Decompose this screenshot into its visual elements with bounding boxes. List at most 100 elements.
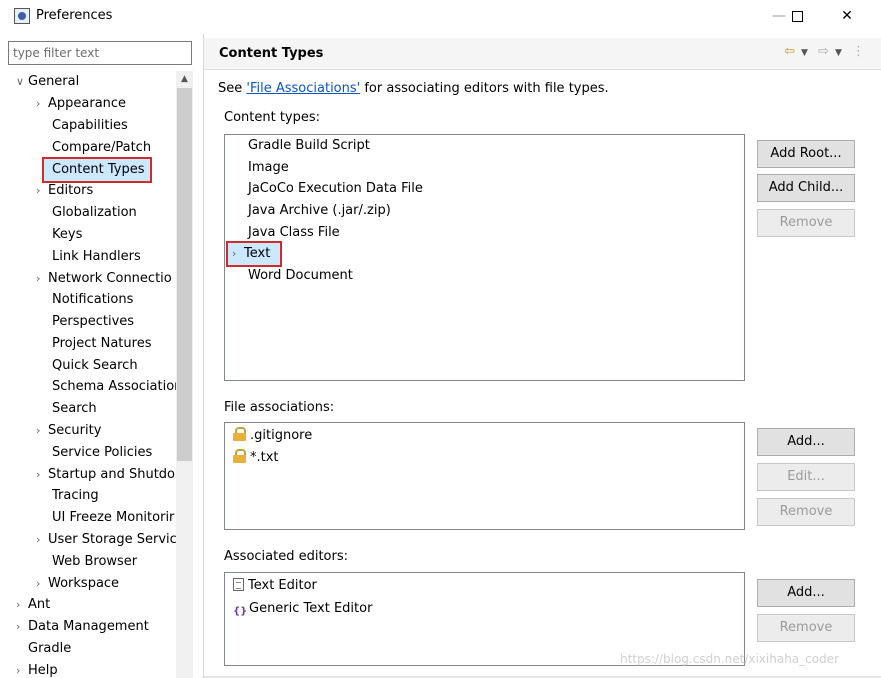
file-associations-list[interactable]: .gitignore *.txt xyxy=(224,422,745,530)
tree-item-label: Ant xyxy=(28,597,51,612)
tree-item-help[interactable]: › Help xyxy=(16,660,58,678)
content-type-item[interactable]: Gradle Build Script xyxy=(248,135,370,157)
tree-item-notifications[interactable]: Notifications xyxy=(52,289,133,311)
remove-editor-button[interactable]: Remove xyxy=(757,614,855,642)
tree-item-label: Data Management xyxy=(28,619,149,634)
panel-divider xyxy=(203,34,204,678)
maximize-button[interactable] xyxy=(782,4,812,28)
scroll-up-icon[interactable]: ▲ xyxy=(176,71,193,88)
tree-item-label: Network Connectio xyxy=(48,271,172,286)
tree-item-keys[interactable]: Keys xyxy=(52,224,82,246)
tree-item-network-connections[interactable]: › Network Connectio xyxy=(36,268,172,290)
tree-item-security[interactable]: › Security xyxy=(36,420,101,442)
tree-item-tracing[interactable]: Tracing xyxy=(52,485,99,507)
chevron-right-icon[interactable]: › xyxy=(36,573,48,595)
view-menu-icon[interactable]: ⋮ xyxy=(852,44,865,59)
chevron-right-icon[interactable]: › xyxy=(36,464,48,486)
back-icon[interactable]: ⇦ xyxy=(784,44,795,59)
tree-item-content-types[interactable]: Content Types xyxy=(41,157,153,183)
edit-file-association-button[interactable]: Edit... xyxy=(757,463,855,491)
chevron-right-icon[interactable]: › xyxy=(36,529,48,551)
tree-item-label: Help xyxy=(28,663,58,678)
chevron-right-icon[interactable]: › xyxy=(36,93,48,115)
generic-editor-icon: {} xyxy=(233,606,248,617)
tree-item-label: UI Freeze Monitorir xyxy=(52,510,175,525)
remove-content-type-button[interactable]: Remove xyxy=(757,209,855,237)
tree-item-quick-search[interactable]: Quick Search xyxy=(52,355,138,377)
tree-item-workspace[interactable]: › Workspace xyxy=(36,573,119,595)
tree-item-editors[interactable]: › Editors xyxy=(36,180,93,202)
tree-item-search[interactable]: Search xyxy=(52,398,97,420)
tree-item-label: Content Types xyxy=(52,162,145,177)
content-type-item[interactable]: Java Archive (.jar/.zip) xyxy=(248,200,391,222)
tree-item-label: Notifications xyxy=(52,292,134,307)
chevron-right-icon[interactable]: › xyxy=(16,594,28,616)
content-type-item[interactable]: Word Document xyxy=(248,265,353,287)
content-types-tree[interactable]: Gradle Build Script Image JaCoCo Executi… xyxy=(224,134,745,381)
maximize-icon xyxy=(791,10,803,22)
lock-icon xyxy=(233,449,246,463)
tree-item-startup-shutdown[interactable]: › Startup and Shutdo xyxy=(36,464,175,486)
back-dropdown-icon[interactable]: ▼ xyxy=(801,48,808,58)
chevron-right-icon[interactable]: › xyxy=(16,616,28,638)
filter-input[interactable] xyxy=(8,41,192,65)
scroll-thumb[interactable] xyxy=(177,88,192,461)
file-association-label: *.txt xyxy=(250,450,279,465)
tree-item-label: Gradle xyxy=(28,641,72,656)
chevron-right-icon[interactable]: › xyxy=(36,180,48,202)
tree-scrollbar[interactable]: ▲ xyxy=(176,71,193,678)
forward-icon[interactable]: ⇨ xyxy=(818,44,829,59)
page-header: Content Types ⇦ ▼ ⇨ ▼ ⋮ xyxy=(204,38,881,70)
nav-toolbar: ⇦ ▼ ⇨ ▼ ⋮ xyxy=(778,44,865,59)
forward-dropdown-icon[interactable]: ▼ xyxy=(835,48,842,58)
tree-item-project-natures[interactable]: Project Natures xyxy=(52,333,151,355)
tree-item-ant[interactable]: › Ant xyxy=(16,594,50,616)
chevron-right-icon[interactable]: › xyxy=(36,420,48,442)
tree-item-label: Security xyxy=(48,423,102,438)
tree-item-data-management[interactable]: › Data Management xyxy=(16,616,149,638)
expand-icon[interactable]: ∨ xyxy=(16,71,28,93)
tree-item-compare-patch[interactable]: Compare/Patch xyxy=(52,137,151,159)
content-types-label: Content types: xyxy=(224,110,321,125)
content-type-item[interactable]: Java Class File xyxy=(248,222,340,244)
tree-item-globalization[interactable]: Globalization xyxy=(52,202,137,224)
associated-editors-label: Associated editors: xyxy=(224,549,349,564)
content-type-item[interactable]: Image xyxy=(248,157,289,179)
title-bar: Preferences — ✕ xyxy=(0,0,881,34)
file-associations-label: File associations: xyxy=(224,400,335,415)
remove-file-association-button[interactable]: Remove xyxy=(757,498,855,526)
tree-item-appearance[interactable]: › Appearance xyxy=(36,93,126,115)
file-associations-link[interactable]: 'File Associations' xyxy=(246,81,360,96)
content-type-item-text[interactable]: › Text xyxy=(225,241,283,267)
tree-item-label: Appearance xyxy=(48,96,127,111)
tree-item-label: Capabilities xyxy=(52,118,128,133)
tree-item-link-handlers[interactable]: Link Handlers xyxy=(52,246,141,268)
add-child-button[interactable]: Add Child... xyxy=(757,174,855,202)
tree-item-capabilities[interactable]: Capabilities xyxy=(52,115,128,137)
chevron-right-icon[interactable]: › xyxy=(16,660,28,678)
add-file-association-button[interactable]: Add... xyxy=(757,428,855,456)
chevron-right-icon[interactable]: › xyxy=(36,268,48,290)
editor-item[interactable]: {} Generic Text Editor xyxy=(233,598,372,620)
text-editor-icon xyxy=(233,578,244,591)
chevron-right-icon[interactable]: › xyxy=(232,243,244,265)
file-association-item[interactable]: *.txt xyxy=(233,447,279,469)
editor-item[interactable]: Text Editor xyxy=(233,575,317,597)
tree-item-gradle[interactable]: Gradle xyxy=(28,638,71,660)
tree-item-general[interactable]: ∨ General xyxy=(16,71,79,93)
tree-item-schema-associations[interactable]: Schema Associatior xyxy=(52,376,180,398)
add-editor-button[interactable]: Add... xyxy=(757,579,855,607)
page-title: Content Types xyxy=(219,46,324,61)
tree-item-label: Perspectives xyxy=(52,314,135,329)
tree-item-user-storage[interactable]: › User Storage Servic xyxy=(36,529,177,551)
content-type-item[interactable]: JaCoCo Execution Data File xyxy=(248,178,423,200)
close-button[interactable]: ✕ xyxy=(832,4,862,28)
tree-item-web-browser[interactable]: Web Browser xyxy=(52,551,137,573)
tree-item-service-policies[interactable]: Service Policies xyxy=(52,442,152,464)
tree-item-ui-freeze-monitoring[interactable]: UI Freeze Monitorir xyxy=(52,507,174,529)
file-association-item[interactable]: .gitignore xyxy=(233,425,312,447)
tree-item-perspectives[interactable]: Perspectives xyxy=(52,311,134,333)
editor-label: Generic Text Editor xyxy=(249,601,373,616)
add-root-button[interactable]: Add Root... xyxy=(757,140,855,168)
tree-item-label: Web Browser xyxy=(52,554,138,569)
